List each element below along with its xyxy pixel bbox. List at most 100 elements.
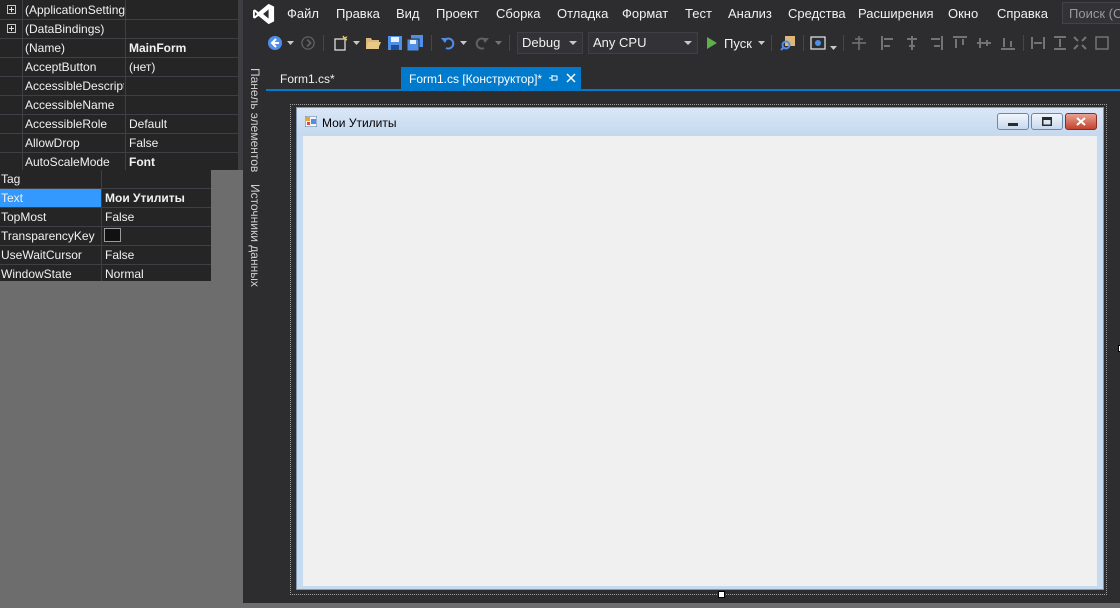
navigate-forward-button[interactable] xyxy=(299,33,317,53)
property-value[interactable]: MainForm xyxy=(129,39,234,58)
data-sources-tab[interactable]: Источники данных xyxy=(248,184,262,287)
redo-dropdown-button[interactable] xyxy=(494,33,502,53)
menu-view[interactable]: Вид xyxy=(396,6,420,22)
property-value[interactable] xyxy=(129,96,234,115)
property-value[interactable]: Normal xyxy=(105,265,144,284)
tab-form1-designer[interactable]: Form1.cs [Конструктор]* xyxy=(401,67,581,89)
property-row[interactable]: Tag xyxy=(0,170,211,189)
undo-button[interactable] xyxy=(439,33,457,53)
menu-analyze[interactable]: Анализ xyxy=(728,6,772,22)
menu-build[interactable]: Сборка xyxy=(496,6,541,22)
property-name: (ApplicationSettings) xyxy=(25,3,126,17)
property-value xyxy=(129,20,234,39)
grid-line xyxy=(0,152,238,153)
undo-dropdown-button[interactable] xyxy=(459,33,467,53)
property-row-selected[interactable]: Text Мои Утилиты xyxy=(0,189,211,208)
property-value[interactable]: False xyxy=(129,134,234,153)
form-close-button[interactable] xyxy=(1065,113,1097,130)
align-middles-button[interactable] xyxy=(975,33,993,53)
save-button[interactable] xyxy=(386,33,404,53)
close-icon xyxy=(1076,117,1086,126)
menu-window[interactable]: Окно xyxy=(948,6,978,22)
save-all-button[interactable] xyxy=(406,33,424,53)
property-row[interactable]: AllowDrop False xyxy=(0,134,238,153)
property-row[interactable]: WindowState Normal xyxy=(0,265,211,284)
expand-icon[interactable] xyxy=(7,24,16,33)
property-name: AccessibleName xyxy=(25,98,115,112)
align-tops-button[interactable] xyxy=(951,33,969,53)
align-centers-button[interactable] xyxy=(903,33,921,53)
align-rights-button[interactable] xyxy=(927,33,945,53)
pin-icon[interactable] xyxy=(549,73,559,83)
align-bottoms-icon xyxy=(1001,38,1015,50)
align-bottoms-button[interactable] xyxy=(999,33,1017,53)
close-icon[interactable] xyxy=(566,73,576,83)
property-value[interactable]: Default xyxy=(129,115,234,134)
align-centers-icon xyxy=(907,36,917,50)
form-minimize-button[interactable] xyxy=(997,113,1029,130)
quick-search-input[interactable]: Поиск (Ctrl+Q) xyxy=(1062,2,1120,24)
property-value[interactable] xyxy=(129,77,234,96)
properties-scrollbar[interactable] xyxy=(238,0,243,170)
property-row[interactable]: (Name) MainForm xyxy=(0,39,238,58)
property-row[interactable]: UseWaitCursor False xyxy=(0,246,211,265)
open-file-button[interactable] xyxy=(364,33,382,53)
save-all-icon xyxy=(407,35,423,51)
visual-studio-window: Файл Правка Вид Проект Сборка Отладка Фо… xyxy=(243,0,1120,603)
property-row[interactable]: AccessibleName xyxy=(0,96,238,115)
menu-extensions[interactable]: Расширения xyxy=(858,6,934,22)
menu-tools[interactable]: Средства xyxy=(788,6,846,22)
undo-icon xyxy=(441,37,455,50)
toolbox-tab[interactable]: Панель элементов xyxy=(248,68,262,172)
make-same-height-button[interactable] xyxy=(1051,33,1069,53)
tab-order-dropdown-button[interactable] xyxy=(829,38,837,58)
tab-form1-code[interactable]: Form1.cs* xyxy=(272,67,368,89)
form-app-icon xyxy=(305,116,317,127)
property-value[interactable]: False xyxy=(105,246,134,265)
property-name: TransparencyKey xyxy=(1,229,95,243)
property-row[interactable]: (DataBindings) xyxy=(0,20,238,39)
property-value[interactable]: (нет) xyxy=(129,58,234,77)
navigate-back-button[interactable] xyxy=(265,33,285,53)
form-client-area[interactable] xyxy=(303,136,1097,586)
menu-format[interactable]: Формат xyxy=(622,6,668,22)
property-row[interactable]: AccessibleDescription xyxy=(0,77,238,96)
property-row[interactable]: (ApplicationSettings) xyxy=(0,1,238,20)
menu-edit[interactable]: Правка xyxy=(336,6,380,22)
back-dropdown-button[interactable] xyxy=(286,33,294,53)
tab-order-button[interactable] xyxy=(809,33,827,53)
designed-form[interactable]: Мои Утилиты xyxy=(296,107,1104,590)
size-to-grid-button[interactable] xyxy=(1071,33,1089,53)
find-in-files-button[interactable] xyxy=(778,33,798,53)
property-value[interactable]: False xyxy=(105,208,134,227)
resize-handle-bottom[interactable] xyxy=(718,591,725,598)
property-row[interactable]: TopMost False xyxy=(0,208,211,227)
start-debugging-button[interactable]: Пуск xyxy=(706,33,766,53)
menu-project[interactable]: Проект xyxy=(436,6,479,22)
form-title-bar: Мои Утилиты xyxy=(297,108,1103,136)
property-value xyxy=(129,1,234,20)
property-value[interactable]: Мои Утилиты xyxy=(105,189,185,208)
solution-configuration-select[interactable]: Debug xyxy=(517,32,583,54)
form-maximize-button[interactable] xyxy=(1031,113,1063,130)
menu-debug[interactable]: Отладка xyxy=(557,6,608,22)
align-to-grid-button[interactable] xyxy=(850,33,868,53)
properties-grid-top: (ApplicationSettings) (DataBindings) (Na… xyxy=(0,0,243,170)
chevron-down-icon xyxy=(569,41,577,45)
expand-icon[interactable] xyxy=(7,5,16,14)
grid-line xyxy=(0,19,238,20)
new-item-dropdown-button[interactable] xyxy=(352,33,360,53)
redo-button[interactable] xyxy=(473,33,491,53)
property-row[interactable]: AccessibleRole Default xyxy=(0,115,238,134)
menu-test[interactable]: Тест xyxy=(685,6,712,22)
menu-file[interactable]: Файл xyxy=(287,6,319,22)
solution-platform-select[interactable]: Any CPU xyxy=(588,32,698,54)
align-lefts-button[interactable] xyxy=(879,33,897,53)
chevron-down-icon xyxy=(494,41,502,45)
make-same-size-button[interactable] xyxy=(1093,33,1111,53)
new-project-button[interactable] xyxy=(331,33,351,53)
make-same-width-button[interactable] xyxy=(1029,33,1047,53)
menu-help[interactable]: Справка xyxy=(997,6,1048,22)
start-label: Пуск xyxy=(724,35,752,51)
property-row[interactable]: AcceptButton (нет) xyxy=(0,58,238,77)
